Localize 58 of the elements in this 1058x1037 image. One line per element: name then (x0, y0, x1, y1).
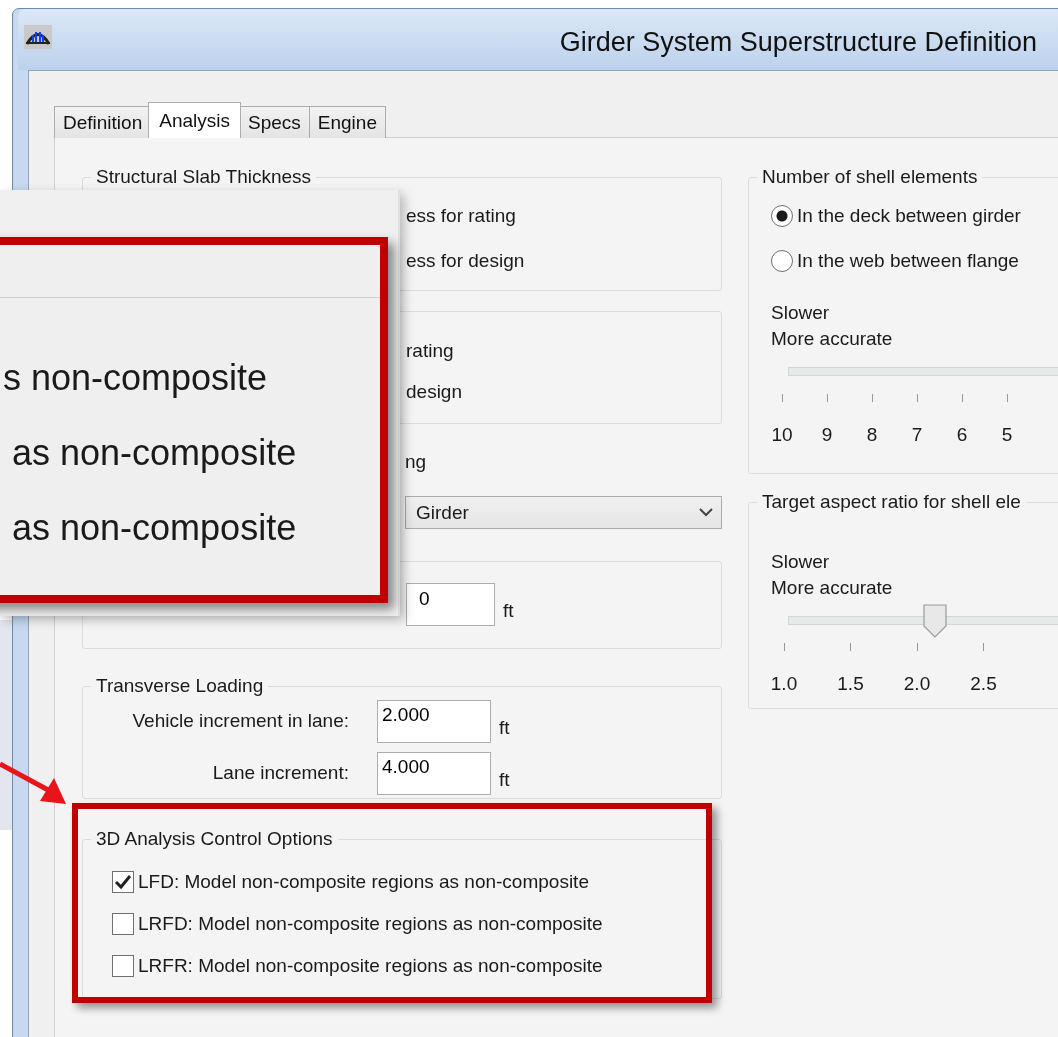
radio-button[interactable] (771, 205, 793, 227)
tick-label: 7 (911, 423, 923, 447)
magnified-text: as non-composite (12, 431, 298, 475)
field-label: ng (405, 450, 428, 474)
tick-mark (781, 394, 783, 402)
slider-thumb[interactable] (923, 604, 947, 638)
checkbox-label: LFD: Model non-composite regions as non-composite (138, 871, 589, 893)
tick-label: 6 (956, 423, 968, 447)
checkbox[interactable] (112, 871, 134, 893)
slider-caption: More accurate (771, 576, 894, 600)
tick-mark (961, 394, 963, 402)
checkbox[interactable] (112, 955, 134, 977)
input-field[interactable]: 2.000 (377, 700, 491, 743)
option-label: design (406, 380, 463, 404)
option-label: rating (406, 339, 455, 363)
tab[interactable]: Specs (238, 106, 310, 138)
unit-label: ft (503, 599, 514, 623)
option-label: ess for design (406, 249, 526, 273)
option-label: ess for rating (406, 204, 517, 228)
tick-label: 2.5 (970, 672, 997, 696)
tick-mark (916, 394, 918, 402)
tick-mark (983, 643, 984, 651)
unit-label: ft (499, 768, 510, 792)
tick-label: 9 (821, 423, 833, 447)
tick-label: 1.0 (770, 672, 798, 696)
radio-button[interactable] (771, 250, 793, 272)
tick-label: 2.0 (903, 672, 931, 696)
window-title: Girder System Superstructure Definition (559, 27, 1037, 58)
unit-label: ft (499, 716, 510, 740)
checkbox-label: LRFD: Model non-composite regions as non-composite (138, 913, 603, 935)
tick-mark (1006, 394, 1008, 402)
tick-mark (916, 643, 918, 651)
chevron-down-icon (699, 508, 713, 517)
checkbox[interactable] (112, 913, 134, 935)
field-label: Vehicle increment in lane: (131, 709, 349, 733)
field-label: Lane increment: (211, 761, 349, 785)
tick-mark (871, 394, 873, 402)
slider-caption: Slower (771, 301, 831, 325)
tab[interactable]: Analysis (148, 102, 241, 138)
tick-label: 1.5 (837, 672, 864, 696)
input-field[interactable]: 0 (406, 583, 495, 626)
tab[interactable]: Engine (308, 106, 386, 138)
slider-caption: More accurate (771, 327, 894, 351)
dropdown[interactable]: Girder (405, 496, 722, 529)
magnified-text: as non-composite (12, 506, 298, 550)
tick-mark (826, 394, 828, 402)
bridge-icon (24, 24, 52, 49)
input-field[interactable]: 4.000 (377, 752, 491, 795)
tick-label: 5 (1001, 423, 1013, 447)
tick-label: 10 (771, 423, 793, 447)
slider-caption: Slower (771, 550, 831, 574)
tick-mark (850, 643, 851, 651)
tick-label: 8 (866, 423, 878, 447)
tick-mark (783, 643, 785, 651)
checkbox-label: LRFR: Model non-composite regions as non-composite (138, 955, 603, 977)
magnified-text: s non-composite (3, 356, 269, 400)
radio-label: In the deck between girder (797, 205, 1021, 227)
radio-label: In the web between flange (797, 250, 1019, 272)
